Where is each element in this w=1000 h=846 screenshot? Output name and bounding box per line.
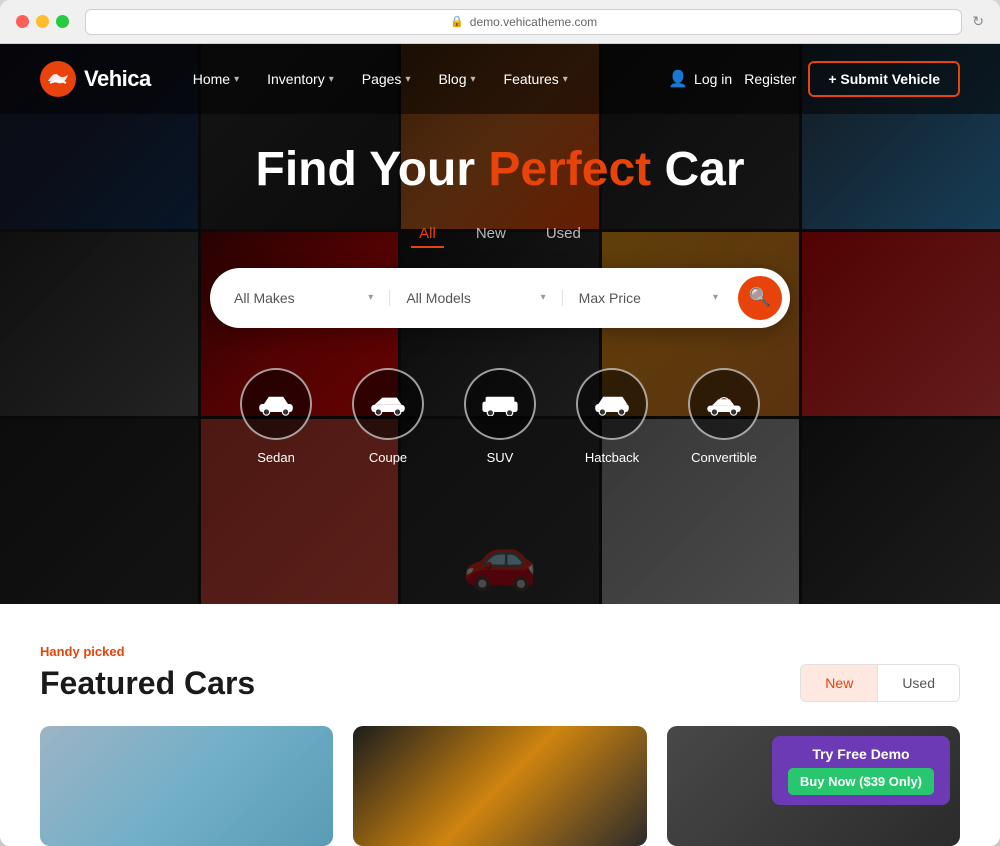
suv-label: SUV <box>487 450 514 465</box>
suv-icon-circle <box>464 368 536 440</box>
featured-header: Handy picked Featured Cars New Used <box>40 644 960 702</box>
search-bar: All Makes ▾ All Models ▾ Max Price ▾ 🔍 <box>210 268 790 328</box>
coupe-icon-circle <box>352 368 424 440</box>
suv-icon <box>480 392 520 416</box>
nav-right: 👤 Log in Register + Submit Vehicle <box>668 61 960 97</box>
coupe-icon <box>368 392 408 416</box>
search-button[interactable]: 🔍 <box>738 276 782 320</box>
lock-icon: 🔒 <box>450 15 464 28</box>
card-overlay-2 <box>353 726 646 846</box>
car-card-image-1 <box>40 726 333 846</box>
convertible-icon-circle <box>688 368 760 440</box>
featured-title-block: Handy picked Featured Cars <box>40 644 255 702</box>
hero-content: Find Your Perfect Car All New Used All M… <box>0 44 1000 604</box>
convertible-label: Convertible <box>691 450 757 465</box>
home-chevron-icon: ▾ <box>234 74 239 85</box>
sedan-icon-circle <box>240 368 312 440</box>
price-chevron-icon: ▾ <box>713 292 718 303</box>
refresh-button[interactable]: ↻ <box>972 13 984 30</box>
coupe-label: Coupe <box>369 450 407 465</box>
logo-text: Vehica <box>84 66 151 92</box>
vehicle-type-convertible[interactable]: Convertible <box>688 368 760 465</box>
login-button[interactable]: 👤 Log in <box>668 69 732 89</box>
logo[interactable]: Vehica <box>40 61 151 97</box>
car-card-1[interactable] <box>40 726 333 846</box>
featured-sub-label: Handy picked <box>40 644 255 659</box>
filter-tab-used[interactable]: Used <box>538 221 589 248</box>
featured-tabs: New Used <box>800 664 960 702</box>
hatchback-label: Hatcback <box>585 450 639 465</box>
nav-pages[interactable]: Pages ▾ <box>350 63 423 95</box>
url-text: demo.vehicatheme.com <box>470 15 597 29</box>
featured-title: Featured Cars <box>40 665 255 702</box>
featured-tab-new[interactable]: New <box>801 665 878 701</box>
blog-chevron-icon: ▾ <box>471 74 476 85</box>
vehicle-type-hatchback[interactable]: Hatcback <box>576 368 648 465</box>
car-card-image-3: Try Free Demo Buy Now ($39 Only) <box>667 726 960 846</box>
vehicle-type-sedan[interactable]: Sedan <box>240 368 312 465</box>
hero-filter-tabs: All New Used <box>411 221 589 248</box>
promo-try-label: Try Free Demo <box>788 746 934 762</box>
vehicle-type-coupe[interactable]: Coupe <box>352 368 424 465</box>
sedan-label: Sedan <box>257 450 295 465</box>
submit-vehicle-button[interactable]: + Submit Vehicle <box>808 61 960 97</box>
dot-minimize[interactable] <box>36 15 49 28</box>
hero-title-part2: Car <box>651 143 744 196</box>
sedan-icon <box>256 392 296 416</box>
hero-section: Vehica Home ▾ Inventory ▾ Pages ▾ Blog ▾ <box>0 44 1000 604</box>
vehicle-types: Sedan Coupe <box>240 368 760 465</box>
browser-dots <box>16 15 69 28</box>
pages-chevron-icon: ▾ <box>405 74 410 85</box>
address-bar[interactable]: 🔒 demo.vehicatheme.com <box>85 9 962 35</box>
hatchback-icon <box>592 392 632 416</box>
browser-window: 🔒 demo.vehicatheme.com ↻ <box>0 0 1000 846</box>
car-card-image-2 <box>353 726 646 846</box>
price-label: Max Price <box>579 290 713 306</box>
nav-features[interactable]: Features ▾ <box>492 63 580 95</box>
price-select[interactable]: Max Price ▾ <box>563 290 734 306</box>
convertible-icon <box>704 392 744 416</box>
makes-select[interactable]: All Makes ▾ <box>218 290 390 306</box>
vehicle-type-suv[interactable]: SUV <box>464 368 536 465</box>
filter-tab-all[interactable]: All <box>411 221 444 248</box>
nav-links: Home ▾ Inventory ▾ Pages ▾ Blog ▾ Featur… <box>181 63 668 95</box>
promo-buy-label[interactable]: Buy Now ($39 Only) <box>788 768 934 795</box>
inventory-chevron-icon: ▾ <box>329 74 334 85</box>
features-chevron-icon: ▾ <box>563 74 568 85</box>
nav-home[interactable]: Home ▾ <box>181 63 251 95</box>
hatchback-icon-circle <box>576 368 648 440</box>
dot-close[interactable] <box>16 15 29 28</box>
browser-chrome: 🔒 demo.vehicatheme.com ↻ <box>0 0 1000 44</box>
user-icon: 👤 <box>668 69 688 89</box>
models-chevron-icon: ▾ <box>541 292 546 303</box>
car-card-3[interactable]: Try Free Demo Buy Now ($39 Only) <box>667 726 960 846</box>
promo-card: Try Free Demo Buy Now ($39 Only) <box>772 736 950 805</box>
hero-title-accent: Perfect <box>488 143 651 196</box>
hero-title: Find Your Perfect Car <box>256 144 745 197</box>
register-button[interactable]: Register <box>744 71 796 87</box>
makes-label: All Makes <box>234 290 368 306</box>
hero-title-part1: Find Your <box>256 143 489 196</box>
makes-chevron-icon: ▾ <box>368 292 373 303</box>
car-card-2[interactable] <box>353 726 646 846</box>
featured-tab-used[interactable]: Used <box>878 665 959 701</box>
search-icon: 🔍 <box>749 287 771 308</box>
nav-inventory[interactable]: Inventory ▾ <box>255 63 346 95</box>
car-cards-grid: Try Free Demo Buy Now ($39 Only) <box>40 726 960 846</box>
filter-tab-new[interactable]: New <box>468 221 514 248</box>
nav-blog[interactable]: Blog ▾ <box>426 63 487 95</box>
card-overlay-1 <box>40 726 333 846</box>
models-select[interactable]: All Models ▾ <box>390 290 562 306</box>
navigation: Vehica Home ▾ Inventory ▾ Pages ▾ Blog ▾ <box>0 44 1000 114</box>
dot-maximize[interactable] <box>56 15 69 28</box>
models-label: All Models <box>406 290 540 306</box>
logo-icon <box>40 61 76 97</box>
